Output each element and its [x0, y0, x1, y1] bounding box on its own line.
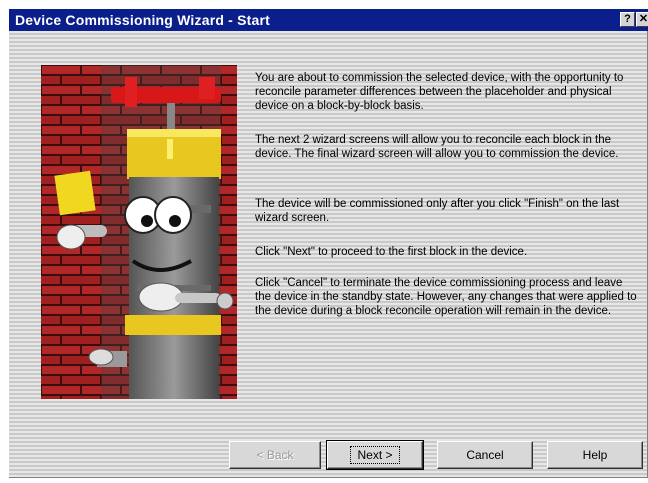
question-icon: ?: [624, 13, 631, 25]
help-button[interactable]: Help: [547, 441, 643, 469]
cancel-button[interactable]: Cancel: [437, 441, 533, 469]
cancel-instruction-paragraph: Click "Cancel" to terminate the device c…: [255, 277, 637, 317]
next-instruction-paragraph: Click "Next" to proceed to the first blo…: [255, 246, 528, 258]
title-bar: Device Commissioning Wizard - Start ? ✕: [9, 9, 648, 31]
window-title: Device Commissioning Wizard - Start: [15, 12, 271, 28]
device-mascot-illustration: [41, 65, 237, 399]
back-button-label: < Back: [256, 448, 294, 462]
back-button[interactable]: < Back: [229, 441, 321, 469]
close-icon: ✕: [638, 13, 648, 25]
wizard-steps-paragraph: The next 2 wizard screens will allow you…: [255, 134, 619, 160]
title-close-button[interactable]: ✕: [636, 12, 648, 27]
wizard-window: Device Commissioning Wizard - Start ? ✕: [8, 8, 648, 478]
intro-paragraph: You are about to commission the selected…: [255, 72, 624, 112]
cancel-button-label: Cancel: [466, 448, 504, 462]
title-help-button[interactable]: ?: [620, 12, 635, 27]
finish-note-paragraph: The device will be commissioned only aft…: [255, 198, 620, 224]
help-button-label: Help: [582, 448, 608, 462]
next-button[interactable]: Next >: [326, 440, 424, 470]
next-button-label: Next >: [350, 446, 400, 464]
